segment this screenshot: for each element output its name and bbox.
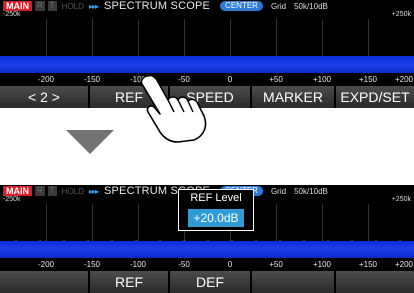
grid-label: Grid	[270, 186, 287, 196]
freq-tick-label: -200	[37, 75, 55, 84]
freq-tick-label: +50	[269, 75, 283, 84]
freq-tick-label: +100	[312, 75, 332, 84]
ref-level-popup: REF Level +20.0dB	[178, 189, 254, 231]
freq-tick-label: +50	[269, 260, 283, 269]
softkey-4-button[interactable]	[252, 271, 334, 293]
r-badge: R	[35, 1, 45, 11]
grid-label: Grid	[270, 1, 287, 11]
freq-tick-label: -100	[129, 260, 147, 269]
softkey-1-button[interactable]	[0, 271, 88, 293]
down-arrow-icon	[66, 130, 114, 154]
status-bar: MAIN R T HOLD ▸▸▸ SPECTRUM SCOPE CENTER …	[0, 0, 414, 12]
expd-set-button[interactable]: EXPD/SET	[336, 86, 414, 108]
r-badge: R	[35, 186, 45, 196]
freq-tick-label: +100	[312, 260, 332, 269]
freq-tick-label: -50	[178, 260, 190, 269]
grid-value: 50k/10dB	[294, 186, 328, 196]
spectrum-scope-screen-after: MAIN R T HOLD ▸▸▸ SPECTRUM SCOPE CENTER …	[0, 185, 414, 293]
page-select-button[interactable]: < 2 >	[0, 86, 88, 108]
ref-level-value[interactable]: +20.0dB	[188, 209, 244, 227]
freq-tick-label: +200	[394, 260, 414, 269]
freq-tick-label: +200	[394, 75, 414, 84]
waterfall-display	[0, 56, 414, 73]
screen-title: SPECTRUM SCOPE	[103, 0, 211, 12]
freq-tick-label: +150	[358, 260, 378, 269]
ref-button[interactable]: REF	[90, 271, 168, 293]
frequency-scale: -200 -150 -100 -50 0 +50 +100 +150 +200	[0, 260, 414, 270]
softkey-bar: REF DEF	[0, 271, 414, 293]
t-badge: T	[47, 1, 57, 11]
freq-tick-label: 0	[227, 260, 233, 269]
freq-tick-label: -150	[83, 75, 101, 84]
span-right-label: +250k	[391, 11, 411, 18]
hold-indicator[interactable]: HOLD	[62, 187, 84, 196]
main-badge[interactable]: MAIN	[3, 186, 32, 196]
center-mode-badge[interactable]: CENTER	[220, 1, 263, 11]
freq-tick-label: 0	[227, 75, 233, 84]
waterfall-display	[0, 241, 414, 258]
triple-arrow-icon: ▸▸▸	[88, 1, 99, 11]
span-right-label: +250k	[391, 196, 411, 203]
main-badge[interactable]: MAIN	[3, 1, 32, 11]
triple-arrow-icon: ▸▸▸	[88, 186, 99, 196]
span-left-label: -250k	[3, 196, 21, 203]
softkey-5-button[interactable]	[336, 271, 414, 293]
freq-tick-label: +150	[358, 75, 378, 84]
hand-pointer-icon	[140, 74, 207, 143]
marker-button[interactable]: MARKER	[252, 86, 334, 108]
hold-indicator[interactable]: HOLD	[62, 2, 84, 11]
span-left-label: -250k	[3, 11, 21, 18]
grid-value: 50k/10dB	[294, 1, 328, 11]
ref-level-label: REF Level	[190, 192, 242, 204]
def-button[interactable]: DEF	[170, 271, 250, 293]
freq-tick-label: -150	[83, 260, 101, 269]
t-badge: T	[47, 186, 57, 196]
freq-tick-label: -200	[37, 260, 55, 269]
